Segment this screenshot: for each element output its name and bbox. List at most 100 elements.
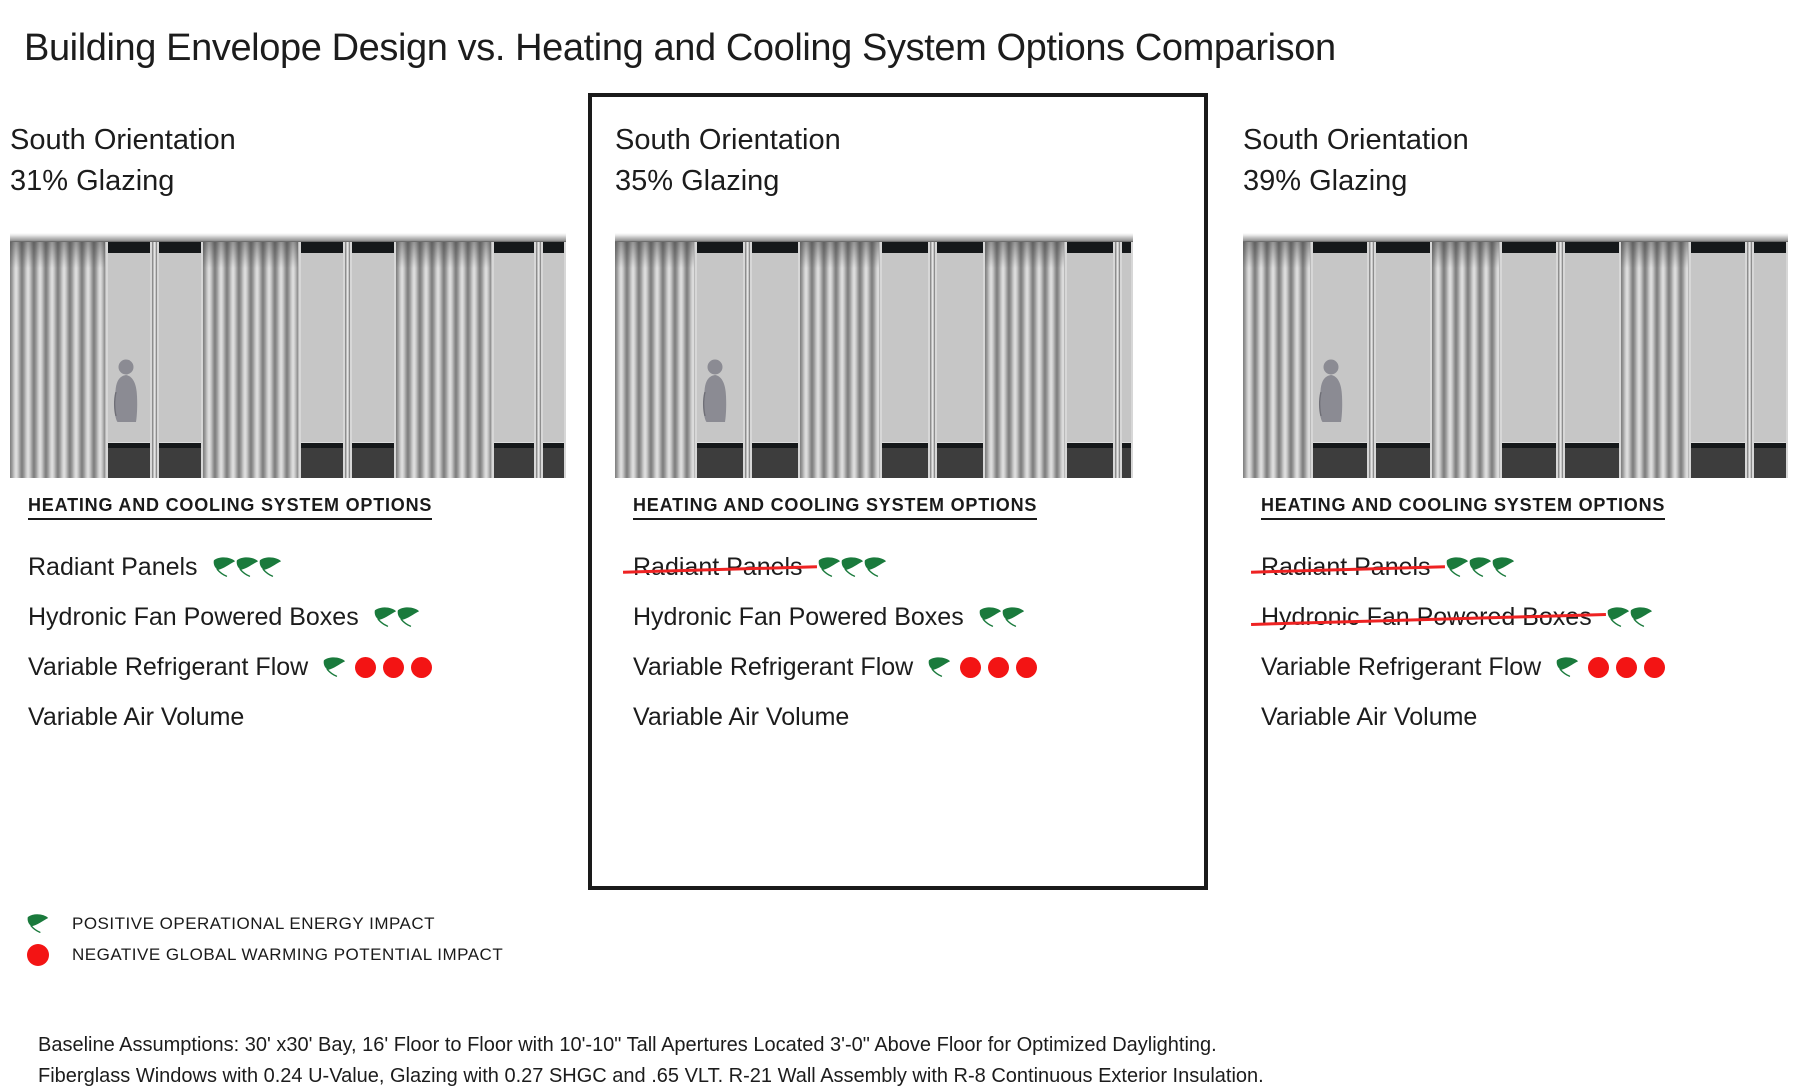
glazing-head-band — [352, 242, 394, 253]
leaf-icon — [817, 556, 842, 578]
leaf-icon — [927, 656, 952, 678]
baseline-assumptions-footnote: Baseline Assumptions: 30' x30' Bay, 16' … — [38, 1030, 1264, 1092]
spandrel-panel — [882, 448, 928, 478]
system-option-label: Variable Refrigerant Flow — [633, 653, 914, 681]
spandrel-panel — [937, 448, 983, 478]
panel-glazing-label: 35% Glazing — [615, 165, 780, 197]
glazing-vision-panel — [1565, 253, 1619, 443]
leaf-icon — [863, 556, 888, 578]
system-option-row[interactable]: Hydronic Fan Powered Boxes — [28, 592, 608, 642]
building-elevation-diagram — [1243, 233, 1788, 478]
glazed-bay — [350, 242, 396, 478]
impact-rating-icons — [978, 606, 1024, 628]
page-title: Building Envelope Design vs. Heating and… — [24, 27, 1336, 70]
system-option-row[interactable]: Variable Refrigerant Flow — [633, 642, 1213, 692]
impact-rating-icons — [1606, 606, 1652, 628]
red-circle-icon — [355, 656, 377, 678]
system-options-list: HEATING AND COOLING SYSTEM OPTIONS Radia… — [28, 495, 608, 742]
glazing-head-band — [937, 242, 983, 253]
legend-icon-slot — [26, 943, 60, 966]
spandrel-panel — [752, 448, 798, 478]
glazed-bay — [935, 242, 985, 478]
opaque-wall-bay — [1243, 242, 1311, 478]
glazed-bay — [1065, 242, 1115, 478]
system-option-row[interactable]: Variable Air Volume — [1261, 692, 1800, 742]
leaf-icon — [1001, 606, 1026, 628]
red-circle-icon — [1016, 656, 1038, 678]
impact-rating-icons — [373, 606, 419, 628]
spandrel-panel — [1754, 448, 1786, 478]
glazing-head-band — [1502, 242, 1556, 253]
glazed-bay — [541, 242, 566, 478]
system-option-row[interactable]: Radiant Panels — [1261, 542, 1800, 592]
red-circle-icon — [383, 656, 405, 678]
opaque-wall-bay — [800, 242, 880, 478]
impact-rating-icons — [817, 556, 886, 578]
impact-rating-icons — [1555, 656, 1666, 678]
leaf-icon — [1468, 556, 1493, 578]
system-option-row[interactable]: Variable Air Volume — [28, 692, 608, 742]
comparison-panel-3: South Orientation 39% Glazing HEATING AN… — [1243, 120, 1800, 731]
glazing-head-band — [1565, 242, 1619, 253]
glazed-bay — [1752, 242, 1788, 478]
glazing-head-band — [1313, 242, 1367, 253]
comparison-panel-1: South Orientation 31% Glazing HEATING AN… — [10, 120, 630, 731]
opaque-wall-bay — [1621, 242, 1689, 478]
human-scale-figure — [701, 358, 731, 422]
panel-glazing-label: 39% Glazing — [1243, 165, 1408, 197]
glazing-vision-panel — [301, 253, 343, 443]
legend-label: NEGATIVE GLOBAL WARMING POTENTIAL IMPACT — [72, 944, 504, 964]
human-scale-figure — [1317, 358, 1347, 422]
system-option-rows: Radiant Panels Hydronic Fan Powered Boxes… — [633, 542, 1213, 742]
leaf-icon — [1629, 606, 1654, 628]
panel-heading: South Orientation 35% Glazing — [615, 120, 1235, 202]
panel-heading: South Orientation 39% Glazing — [1243, 120, 1800, 202]
opaque-wall-bay — [985, 242, 1065, 478]
system-options-heading: HEATING AND COOLING SYSTEM OPTIONS — [28, 495, 433, 520]
leaf-icon — [978, 606, 1003, 628]
glazed-bay — [492, 242, 536, 478]
spandrel-panel — [543, 448, 564, 478]
system-option-row[interactable]: Variable Refrigerant Flow — [1261, 642, 1800, 692]
building-elevation-diagram — [10, 233, 566, 478]
leaf-icon — [396, 606, 421, 628]
legend-label: POSITIVE OPERATIONAL ENERGY IMPACT — [72, 913, 436, 933]
red-circle-icon — [988, 656, 1010, 678]
comparison-panel-2: South Orientation 35% Glazing HEATING AN… — [615, 120, 1235, 731]
system-option-row[interactable]: Variable Refrigerant Flow — [28, 642, 608, 692]
glazing-vision-panel — [543, 253, 564, 443]
glazing-head-band — [1122, 242, 1131, 253]
glazing-vision-panel — [937, 253, 983, 443]
spandrel-panel — [108, 448, 150, 478]
glazing-head-band — [882, 242, 928, 253]
spandrel-panel — [1376, 448, 1430, 478]
spandrel-panel — [1067, 448, 1113, 478]
system-option-row[interactable]: Hydronic Fan Powered Boxes — [1261, 592, 1800, 642]
leaf-icon — [212, 556, 237, 578]
building-bays — [10, 242, 566, 478]
glazing-vision-panel — [1376, 253, 1430, 443]
opaque-wall-bay — [203, 242, 299, 478]
glazing-vision-panel — [159, 253, 201, 443]
glazed-bay — [1120, 242, 1133, 478]
system-option-row[interactable]: Radiant Panels — [633, 542, 1213, 592]
glazing-vision-panel — [1122, 253, 1131, 443]
system-option-row[interactable]: Radiant Panels — [28, 542, 608, 592]
glazed-bay — [1563, 242, 1621, 478]
system-option-row[interactable]: Variable Air Volume — [633, 692, 1213, 742]
panel-heading: South Orientation 31% Glazing — [10, 120, 630, 202]
building-roof-band — [10, 233, 566, 242]
system-option-label: Variable Refrigerant Flow — [28, 653, 309, 681]
legend-row: NEGATIVE GLOBAL WARMING POTENTIAL IMPACT — [26, 939, 503, 970]
leaf-icon — [322, 656, 347, 678]
glazing-vision-panel — [1754, 253, 1786, 443]
leaf-icon — [840, 556, 865, 578]
footnote-line: Fiberglass Windows with 0.24 U-Value, Gl… — [38, 1065, 1264, 1087]
panel-glazing-label: 31% Glazing — [10, 165, 175, 197]
system-option-row[interactable]: Hydronic Fan Powered Boxes — [633, 592, 1213, 642]
system-option-label: Hydronic Fan Powered Boxes — [28, 603, 359, 631]
glazed-bay — [1500, 242, 1558, 478]
system-option-label: Variable Refrigerant Flow — [1261, 653, 1542, 681]
glazing-head-band — [1376, 242, 1430, 253]
panel-orientation-label: South Orientation — [1243, 124, 1469, 156]
